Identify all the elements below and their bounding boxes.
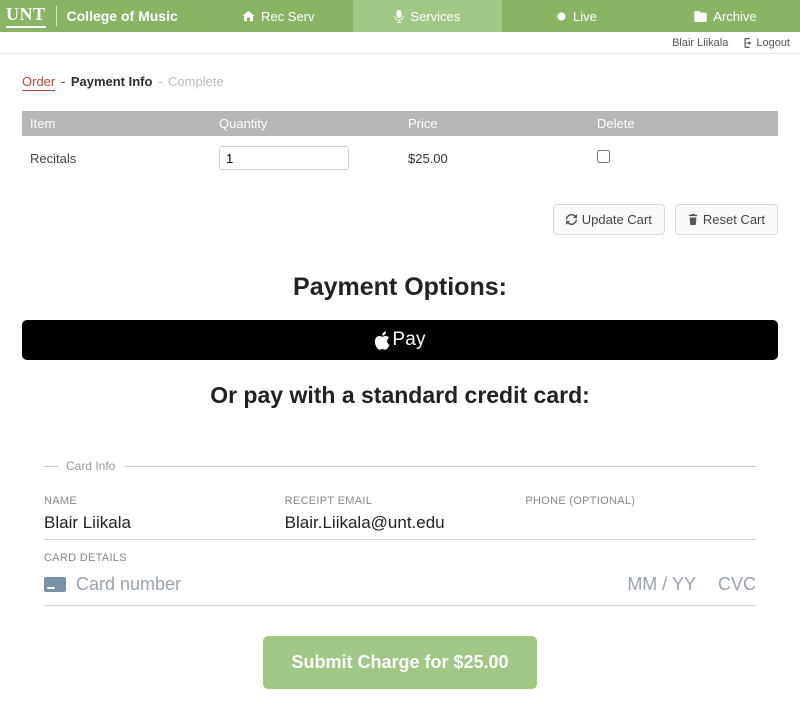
cart-table: Item Quantity Price Delete Recitals $25.…: [22, 111, 778, 180]
crumb-payment: Payment Info: [71, 74, 153, 89]
nav-label: Archive: [713, 9, 756, 24]
row-underline: [44, 539, 756, 540]
col-price: Price: [400, 111, 589, 136]
apple-pay-label: Pay: [392, 329, 425, 351]
col-delete: Delete: [589, 111, 778, 136]
brand-divider: [56, 6, 57, 26]
update-cart-button[interactable]: Update Cart: [553, 204, 665, 235]
quantity-input[interactable]: [219, 146, 349, 170]
logout-link[interactable]: Logout: [742, 37, 790, 49]
refresh-icon: [566, 214, 577, 225]
phone-label: PHONE (OPTIONAL): [525, 495, 756, 507]
phone-input[interactable]: [525, 513, 756, 537]
phone-field-group: PHONE (OPTIONAL): [525, 495, 756, 537]
cell-quantity: [211, 136, 400, 180]
col-item: Item: [22, 111, 211, 136]
table-row: Recitals $25.00: [22, 136, 778, 180]
card-number-input[interactable]: [76, 574, 606, 595]
breadcrumb: Order - Payment Info - Complete: [22, 74, 778, 89]
card-info-title: Card Info: [66, 459, 115, 473]
crumb-sep: -: [61, 74, 69, 89]
update-cart-label: Update Cart: [582, 212, 652, 227]
microphone-icon: [394, 10, 404, 23]
card-details-row: [44, 570, 756, 606]
nav-label: Rec Serv: [261, 9, 314, 24]
nav-item-rec-serv[interactable]: Rec Serv: [204, 0, 353, 32]
submit-charge-button[interactable]: Submit Charge for $25.00: [263, 636, 536, 689]
cell-item: Recitals: [22, 136, 211, 180]
name-input[interactable]: [44, 513, 275, 537]
nav-item-archive[interactable]: Archive: [651, 0, 800, 32]
crumb-complete: Complete: [168, 74, 224, 89]
card-details-label: CARD DETAILS: [44, 552, 756, 564]
email-input[interactable]: [285, 513, 516, 537]
apple-pay-button[interactable]: Pay: [22, 320, 778, 360]
crumb-order[interactable]: Order: [22, 74, 55, 91]
card-info-header: Card Info: [44, 459, 756, 473]
col-quantity: Quantity: [211, 111, 400, 136]
payment-options-title: Payment Options:: [22, 273, 778, 302]
crumb-sep: -: [158, 74, 166, 89]
nav-label: Live: [573, 9, 597, 24]
user-name: Blair Liikala: [672, 37, 728, 49]
folder-icon: [694, 11, 707, 22]
nav-item-live[interactable]: Live: [502, 0, 651, 32]
email-field-group: RECEIPT EMAIL: [285, 495, 516, 537]
divider-line: [125, 466, 756, 467]
logout-label: Logout: [756, 37, 790, 49]
divider-dash: [44, 466, 58, 467]
record-icon: [556, 11, 567, 22]
top-nav: UNT College of Music Rec Serv Services L…: [0, 0, 800, 32]
delete-checkbox[interactable]: [597, 150, 610, 163]
reset-cart-button[interactable]: Reset Cart: [675, 204, 778, 235]
card-cvc-input[interactable]: [706, 574, 756, 595]
card-expiry-input[interactable]: [616, 574, 696, 595]
brand-logo: UNT: [6, 4, 46, 28]
cell-delete: [589, 136, 778, 180]
apple-icon: [374, 331, 390, 350]
credit-card-icon: [44, 577, 66, 592]
cell-price: $25.00: [400, 136, 589, 180]
trash-icon: [688, 214, 698, 225]
or-pay-title: Or pay with a standard credit card:: [22, 382, 778, 409]
home-icon: [242, 10, 255, 22]
email-label: RECEIPT EMAIL: [285, 495, 516, 507]
brand[interactable]: UNT College of Music: [0, 0, 188, 32]
logout-icon: [742, 38, 752, 48]
nav-label: Services: [410, 9, 460, 24]
brand-subtitle: College of Music: [67, 8, 178, 24]
name-field-group: NAME: [44, 495, 275, 537]
reset-cart-label: Reset Cart: [703, 212, 765, 227]
card-info-section: Card Info NAME RECEIPT EMAIL PHONE (OPTI…: [44, 459, 756, 606]
name-label: NAME: [44, 495, 275, 507]
nav-item-services[interactable]: Services: [353, 0, 502, 32]
user-bar: Blair Liikala Logout: [0, 32, 800, 54]
cart-actions: Update Cart Reset Cart: [22, 204, 778, 235]
